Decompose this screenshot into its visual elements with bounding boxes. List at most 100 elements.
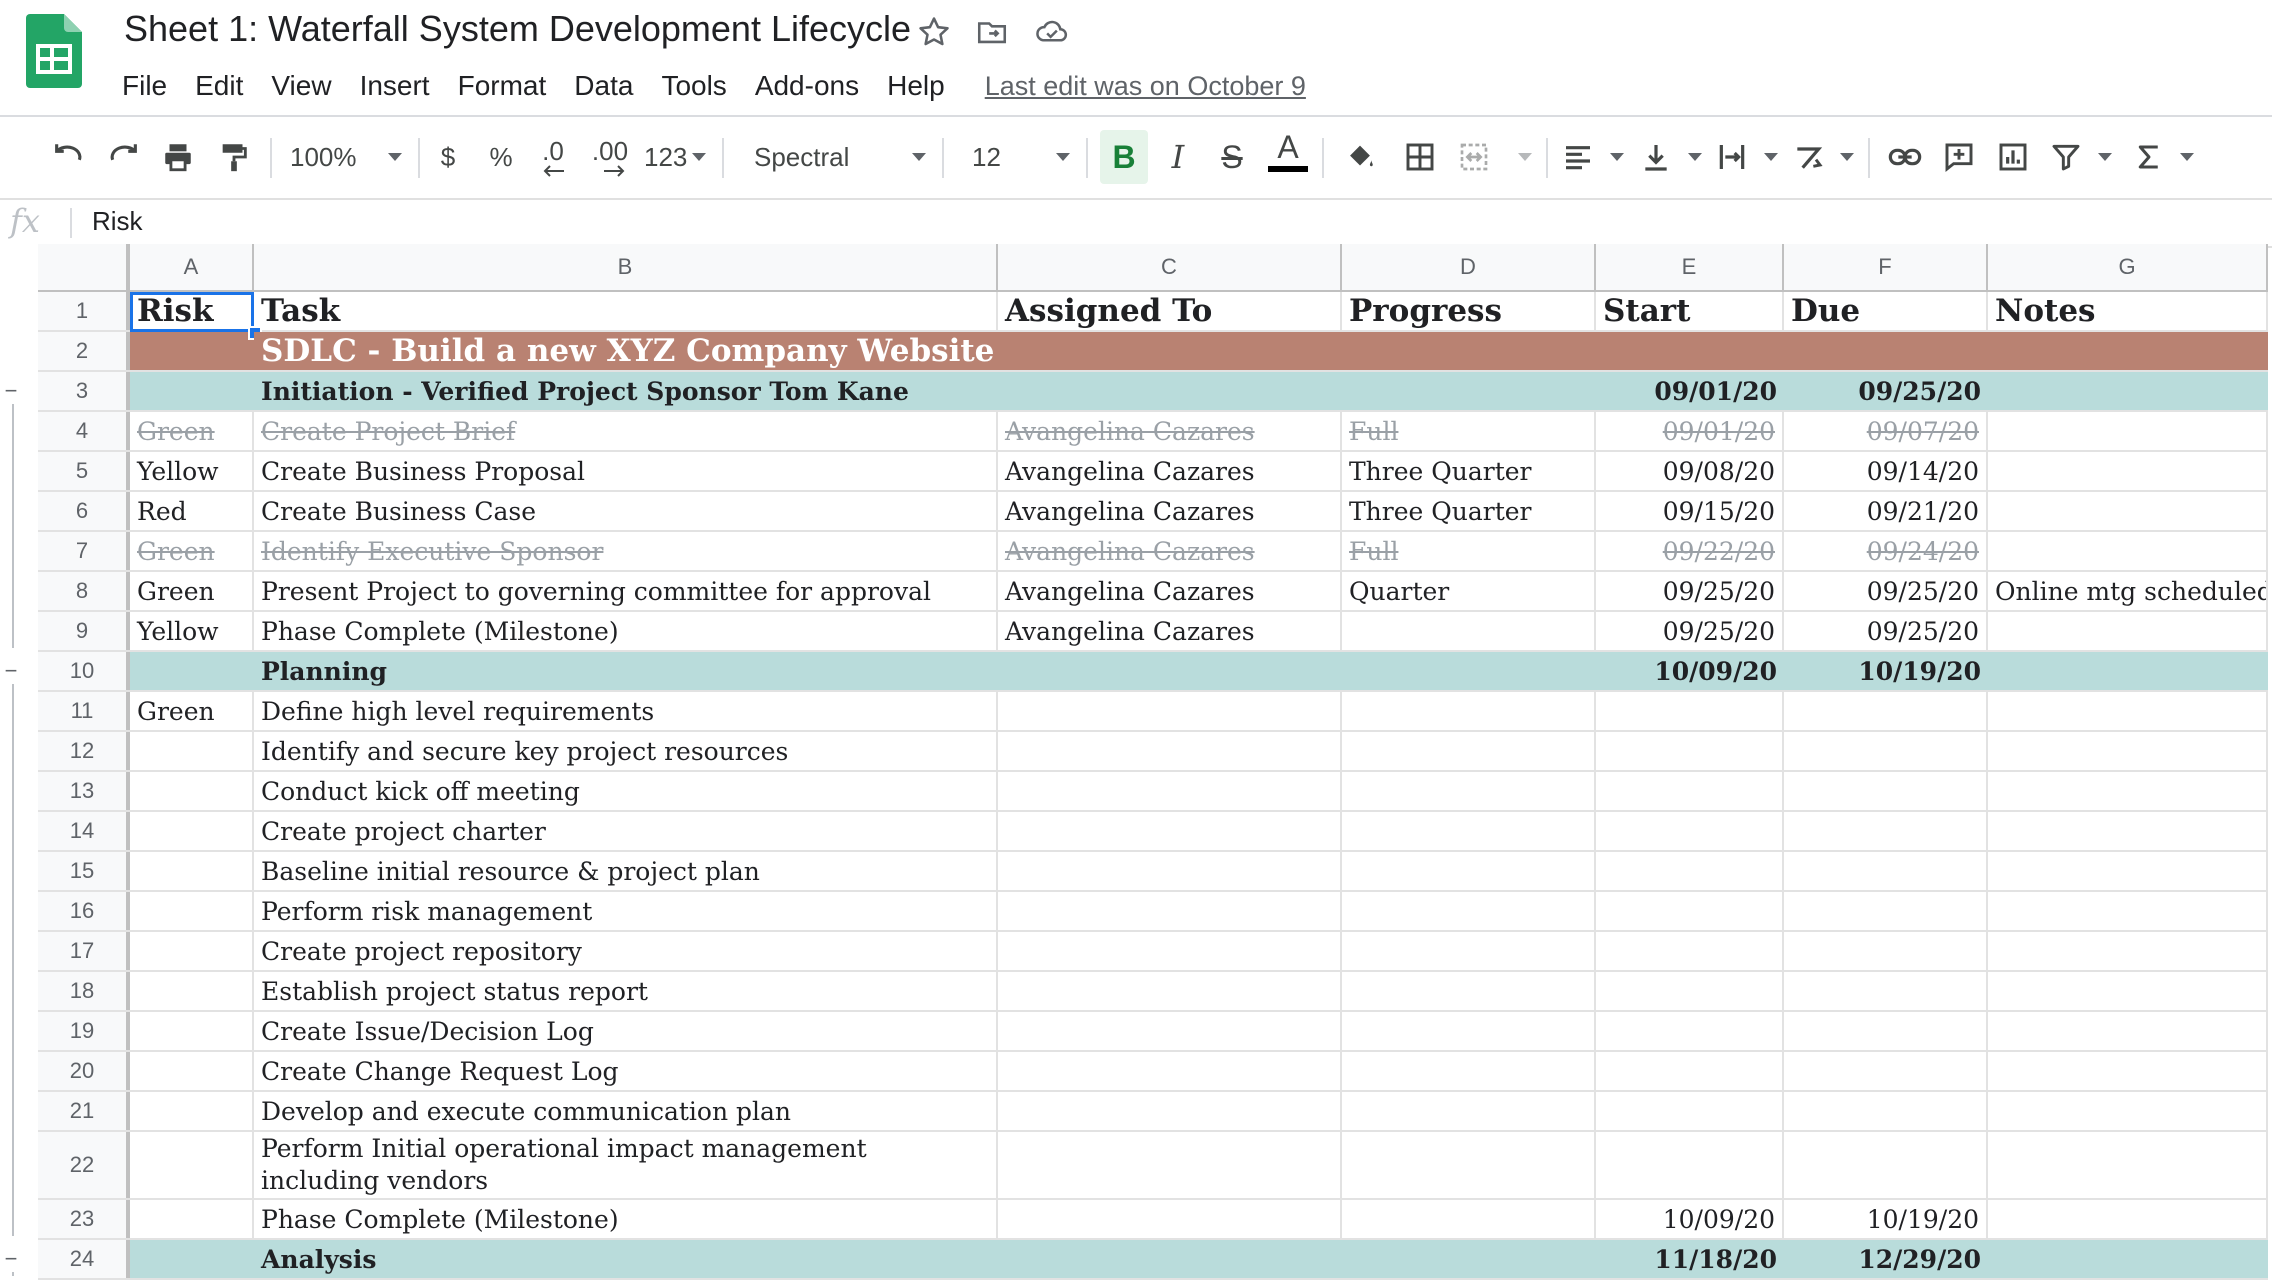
cell-d1[interactable]: Progress [1342, 292, 1596, 330]
cell-g6[interactable] [1988, 492, 2268, 530]
column-header-d[interactable]: D [1342, 244, 1596, 290]
column-header-g[interactable]: G [1988, 244, 2268, 290]
cell-b20[interactable]: Create Change Request Log [254, 1052, 998, 1090]
increase-decimal-button[interactable]: .00 [590, 130, 630, 184]
cell-d4[interactable]: Full [1342, 412, 1596, 450]
cell-f2[interactable] [1784, 332, 1988, 370]
cell-d9[interactable] [1342, 612, 1596, 650]
cell-g14[interactable] [1988, 812, 2268, 850]
zoom-select[interactable]: 100% [290, 130, 402, 184]
cell-a14[interactable] [130, 812, 254, 850]
cell-b24[interactable]: Analysis [254, 1240, 998, 1278]
cell-f6[interactable]: 09/21/20 [1784, 492, 1988, 530]
cell-b5[interactable]: Create Business Proposal [254, 452, 998, 490]
cell-f10[interactable]: 10/19/20 [1784, 652, 1988, 690]
format-percent-button[interactable]: % [486, 130, 516, 184]
bold-button[interactable]: B [1100, 130, 1148, 184]
menu-tools[interactable]: Tools [661, 70, 726, 102]
text-wrapping-icon[interactable] [1716, 130, 1778, 184]
column-header-e[interactable]: E [1596, 244, 1784, 290]
more-formats-select[interactable]: 123 [644, 130, 706, 184]
cell-b16[interactable]: Perform risk management [254, 892, 998, 930]
row-number[interactable]: 19 [38, 1012, 130, 1050]
cell-d21[interactable] [1342, 1092, 1596, 1130]
cell-b8[interactable]: Present Project to governing committee f… [254, 572, 998, 610]
cell-f3[interactable]: 09/25/20 [1784, 372, 1988, 410]
cell-f16[interactable] [1784, 892, 1988, 930]
cell-a15[interactable] [130, 852, 254, 890]
cell-g7[interactable] [1988, 532, 2268, 570]
cell-f4[interactable]: 09/07/20 [1784, 412, 1988, 450]
column-header-a[interactable]: A [130, 244, 254, 290]
cloud-status-icon[interactable] [1032, 12, 1072, 52]
cell-a19[interactable] [130, 1012, 254, 1050]
cell-e13[interactable] [1596, 772, 1784, 810]
cell-g19[interactable] [1988, 1012, 2268, 1050]
star-icon[interactable] [914, 12, 954, 52]
row-number[interactable]: 23 [38, 1200, 130, 1238]
cell-b19[interactable]: Create Issue/Decision Log [254, 1012, 998, 1050]
cell-e21[interactable] [1596, 1092, 1784, 1130]
cell-b22[interactable]: Perform Initial operational impact manag… [254, 1132, 998, 1198]
cell-e2[interactable] [1596, 332, 1784, 370]
cell-e19[interactable] [1596, 1012, 1784, 1050]
cell-g10[interactable] [1988, 652, 2268, 690]
cell-c20[interactable] [998, 1052, 1342, 1090]
cell-a8[interactable]: Green [130, 572, 254, 610]
cell-e1[interactable]: Start [1596, 292, 1784, 330]
menu-file[interactable]: File [122, 70, 167, 102]
cell-e24[interactable]: 11/18/20 [1596, 1240, 1784, 1278]
collapse-group-button[interactable]: − [0, 1248, 22, 1270]
cell-f1[interactable]: Due [1784, 292, 1988, 330]
cell-b14[interactable]: Create project charter [254, 812, 998, 850]
cell-g11[interactable] [1988, 692, 2268, 730]
cell-a11[interactable]: Green [130, 692, 254, 730]
cell-a1[interactable]: Risk [130, 292, 254, 330]
menu-addons[interactable]: Add-ons [755, 70, 859, 102]
row-number[interactable]: 18 [38, 972, 130, 1010]
row-number[interactable]: 7 [38, 532, 130, 570]
cell-b6[interactable]: Create Business Case [254, 492, 998, 530]
cell-d24[interactable] [1342, 1240, 1596, 1278]
column-header-b[interactable]: B [254, 244, 998, 290]
cell-d23[interactable] [1342, 1200, 1596, 1238]
cell-f21[interactable] [1784, 1092, 1988, 1130]
menu-help[interactable]: Help [887, 70, 945, 102]
menu-edit[interactable]: Edit [195, 70, 243, 102]
cell-f13[interactable] [1784, 772, 1988, 810]
cell-a2[interactable] [130, 332, 254, 370]
cell-c23[interactable] [998, 1200, 1342, 1238]
cell-g23[interactable] [1988, 1200, 2268, 1238]
print-icon[interactable] [158, 130, 198, 184]
cell-d5[interactable]: Three Quarter [1342, 452, 1596, 490]
cell-f8[interactable]: 09/25/20 [1784, 572, 1988, 610]
cell-d7[interactable]: Full [1342, 532, 1596, 570]
cell-b15[interactable]: Baseline initial resource & project plan [254, 852, 998, 890]
row-number[interactable]: 17 [38, 932, 130, 970]
cell-a22[interactable] [130, 1132, 254, 1198]
collapse-group-button[interactable]: − [0, 660, 22, 682]
cell-c21[interactable] [998, 1092, 1342, 1130]
cell-b1[interactable]: Task [254, 292, 998, 330]
cell-b23[interactable]: Phase Complete (Milestone) [254, 1200, 998, 1238]
cell-f15[interactable] [1784, 852, 1988, 890]
cell-a20[interactable] [130, 1052, 254, 1090]
cell-g2[interactable] [1988, 332, 2268, 370]
collapse-group-button[interactable]: − [0, 380, 22, 402]
redo-icon[interactable] [104, 130, 144, 184]
paint-format-icon[interactable] [214, 130, 254, 184]
cell-g9[interactable] [1988, 612, 2268, 650]
cell-g3[interactable] [1988, 372, 2268, 410]
cell-f5[interactable]: 09/14/20 [1784, 452, 1988, 490]
functions-icon[interactable] [2134, 130, 2194, 184]
row-number[interactable]: 2 [38, 332, 130, 370]
decrease-decimal-button[interactable]: .0 [536, 130, 570, 184]
fill-color-icon[interactable] [1340, 130, 1380, 184]
cell-d14[interactable] [1342, 812, 1596, 850]
cell-f7[interactable]: 09/24/20 [1784, 532, 1988, 570]
move-to-folder-icon[interactable] [972, 12, 1012, 52]
font-family-select[interactable]: Spectral [754, 130, 926, 184]
cell-c16[interactable] [998, 892, 1342, 930]
cell-g20[interactable] [1988, 1052, 2268, 1090]
cell-g16[interactable] [1988, 892, 2268, 930]
